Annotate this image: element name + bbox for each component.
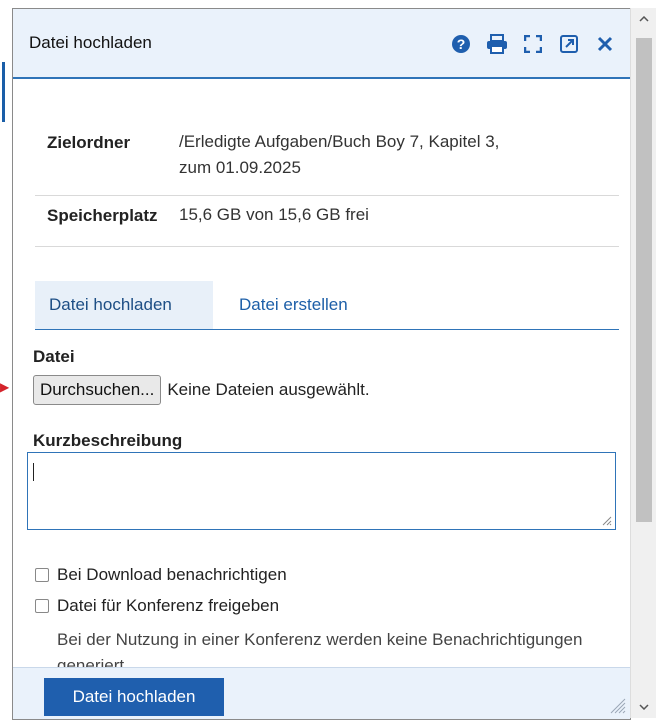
resize-handle-icon[interactable] bbox=[600, 514, 612, 526]
description-textarea[interactable] bbox=[27, 452, 616, 530]
file-status-text: Keine Dateien ausgewählt. bbox=[167, 380, 370, 399]
scroll-down-arrow-icon[interactable] bbox=[631, 696, 657, 718]
background-accent-bar bbox=[2, 62, 5, 122]
svg-text:?: ? bbox=[457, 36, 466, 52]
dialog-resize-grip-icon[interactable] bbox=[606, 694, 626, 714]
tab-create-file[interactable]: Datei erstellen bbox=[225, 281, 362, 329]
dialog-title: Datei hochladen bbox=[29, 33, 152, 52]
header-toolbar: ? bbox=[450, 33, 616, 55]
dialog-footer: Datei hochladen bbox=[13, 667, 630, 719]
description-label: Kurzbeschreibung bbox=[33, 431, 183, 450]
target-folder-line2: zum 01.09.2025 bbox=[179, 158, 301, 177]
file-label: Datei bbox=[33, 347, 75, 366]
storage-label: Speicherplatz bbox=[47, 206, 158, 225]
dialog-content: Zielordner /Erledigte Aufgaben/Buch Boy … bbox=[13, 79, 630, 667]
upload-tabs: Datei hochladen Datei erstellen bbox=[35, 281, 619, 330]
text-caret bbox=[33, 463, 34, 481]
dialog-header: Datei hochladen ? bbox=[13, 9, 630, 79]
target-folder-line1: /Erledigte Aufgaben/Buch Boy 7, Kapitel … bbox=[179, 132, 500, 151]
conference-hint-text: Bei der Nutzung in einer Konferenz werde… bbox=[57, 630, 583, 667]
print-icon[interactable] bbox=[486, 33, 508, 55]
open-external-icon[interactable] bbox=[558, 33, 580, 55]
fullscreen-icon[interactable] bbox=[522, 33, 544, 55]
notify-download-checkbox[interactable] bbox=[35, 568, 49, 582]
background-right-edge bbox=[656, 0, 662, 718]
close-icon[interactable] bbox=[594, 33, 616, 55]
notify-download-label: Bei Download benachrichtigen bbox=[57, 565, 287, 584]
conference-share-checkbox[interactable] bbox=[35, 599, 49, 613]
browse-button[interactable]: Durchsuchen... bbox=[33, 375, 162, 405]
conference-share-label: Datei für Konferenz freigeben bbox=[57, 596, 280, 615]
notify-download-option[interactable]: Bei Download benachrichtigen bbox=[35, 565, 287, 585]
file-picker: Durchsuchen... Keine Dateien ausgewählt. bbox=[33, 375, 370, 405]
vertical-scrollbar[interactable] bbox=[630, 8, 657, 718]
help-icon[interactable]: ? bbox=[450, 33, 472, 55]
upload-dialog: Datei hochladen ? Zielordner /Erledigte … bbox=[12, 8, 631, 720]
target-folder-label: Zielordner bbox=[47, 133, 131, 152]
scroll-up-arrow-icon[interactable] bbox=[631, 8, 657, 30]
conference-share-option[interactable]: Datei für Konferenz freigeben bbox=[35, 596, 279, 616]
upload-info-table: Zielordner /Erledigte Aufgaben/Buch Boy … bbox=[35, 123, 619, 247]
storage-row: Speicherplatz 15,6 GB von 15,6 GB frei bbox=[35, 196, 619, 247]
tab-upload-file[interactable]: Datei hochladen bbox=[35, 281, 213, 329]
storage-value: 15,6 GB von 15,6 GB frei bbox=[179, 205, 369, 224]
upload-submit-button[interactable]: Datei hochladen bbox=[44, 678, 224, 716]
target-folder-value: /Erledigte Aufgaben/Buch Boy 7, Kapitel … bbox=[179, 123, 619, 195]
target-folder-row: Zielordner /Erledigte Aufgaben/Buch Boy … bbox=[35, 123, 619, 196]
scrollbar-thumb[interactable] bbox=[636, 38, 652, 522]
arrow-pointer-icon: ▶ bbox=[0, 380, 10, 394]
